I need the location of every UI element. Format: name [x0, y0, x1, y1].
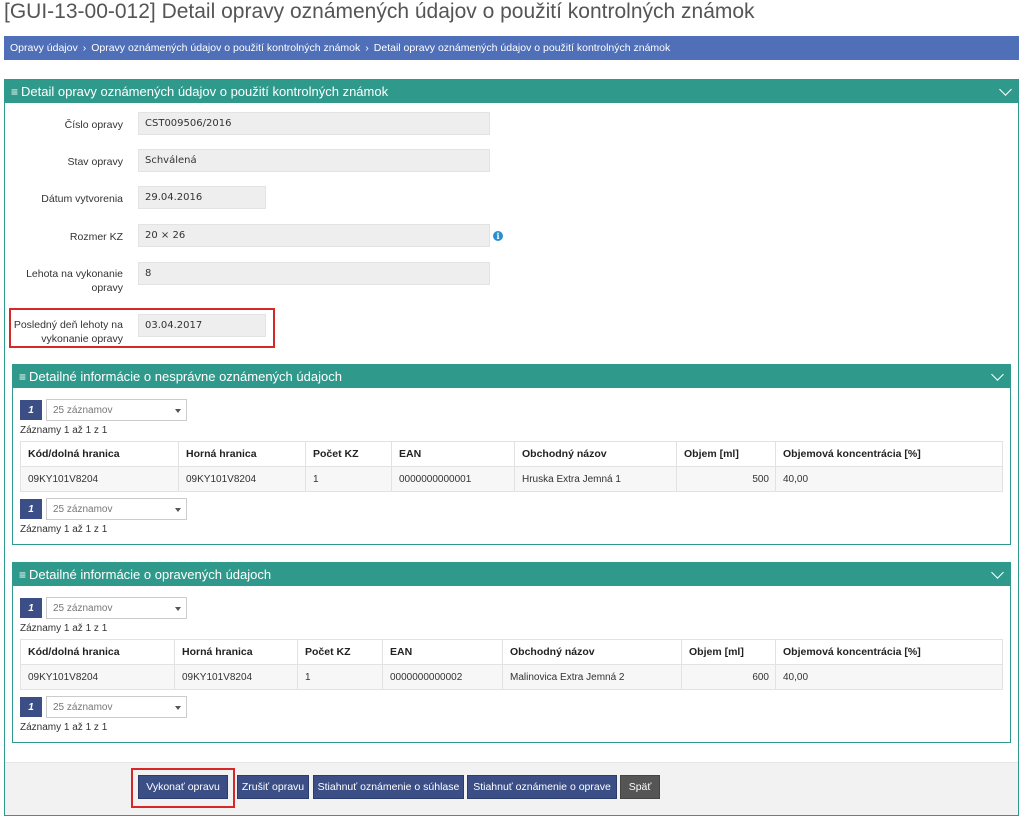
column-header[interactable]: Objem [ml]	[681, 639, 776, 665]
table-header-row: Kód/dolná hranica Horná hranica Počet KZ…	[20, 441, 1003, 467]
column-header[interactable]: Objemová koncentrácia [%]	[775, 639, 1003, 665]
stav-opravy-field: Schválená	[138, 149, 490, 172]
hamburger-icon: ≡	[11, 84, 19, 99]
column-header[interactable]: Horná hranica	[174, 639, 298, 665]
rozmer-kz-field: 20 × 26	[138, 224, 490, 247]
table-cell: Hruska Extra Jemná 1	[514, 466, 677, 492]
pager-top: 1 25 záznamov	[20, 597, 187, 619]
breadcrumb-item-detail: Detail opravy oznámených údajov o použit…	[373, 42, 671, 54]
pager-top: 1 25 záznamov	[20, 399, 187, 421]
caret-down-icon	[175, 706, 181, 710]
breadcrumb: Opravy údajov › Opravy oznámených údajov…	[4, 36, 1019, 60]
corrected-data-panel: ≡ Detailné informácie o opravených údajo…	[12, 562, 1011, 743]
breadcrumb-item-opravy-oznamenych[interactable]: Opravy oznámených údajov o použití kontr…	[91, 42, 360, 54]
table-cell: Malinovica Extra Jemná 2	[502, 664, 682, 690]
cislo-opravy-field: CST009506/2016	[138, 112, 490, 135]
page-size-select[interactable]: 25 záznamov	[46, 597, 187, 619]
posledny-den-field: 03.04.2017	[138, 314, 266, 337]
hamburger-icon: ≡	[19, 369, 27, 384]
page-size-value: 25 záznamov	[53, 602, 113, 614]
detail-panel-title: Detail opravy oznámených údajov o použit…	[21, 84, 389, 99]
lehota-field: 8	[138, 262, 490, 285]
column-header[interactable]: Horná hranica	[178, 441, 306, 467]
hamburger-icon: ≡	[19, 567, 27, 582]
table-cell: 09KY101V8204	[20, 466, 179, 492]
caret-down-icon	[175, 409, 181, 413]
caret-down-icon	[175, 508, 181, 512]
zrusit-opravu-button[interactable]: Zrušiť opravu	[237, 775, 309, 799]
incorrect-panel-header[interactable]: ≡ Detailné informácie o nesprávne oznáme…	[13, 365, 1010, 388]
breadcrumb-item-opravy-udajov[interactable]: Opravy údajov	[10, 42, 78, 54]
stav-opravy-label: Stav opravy	[67, 156, 123, 168]
chevron-down-icon[interactable]	[991, 368, 1004, 381]
corrected-panel-title: Detailné informácie o opravených údajoch	[29, 567, 272, 582]
table-cell: 500	[676, 466, 776, 492]
column-header[interactable]: EAN	[391, 441, 515, 467]
datum-vytvorenia-field: 29.04.2016	[138, 186, 266, 209]
table-cell: 09KY101V8204	[20, 664, 175, 690]
spat-button[interactable]: Späť	[620, 775, 660, 799]
page-size-value: 25 záznamov	[53, 701, 113, 713]
info-icon[interactable]: i	[493, 231, 503, 241]
breadcrumb-separator-icon: ›	[82, 42, 87, 54]
column-header[interactable]: EAN	[382, 639, 503, 665]
chevron-down-icon[interactable]	[999, 83, 1012, 96]
stiahnut-oznamenie-oprava-button[interactable]: Stiahnuť oznámenie o oprave	[467, 775, 617, 799]
records-count: Záznamy 1 až 1 z 1	[20, 722, 108, 733]
rozmer-kz-label: Rozmer KZ	[69, 231, 123, 243]
caret-down-icon	[175, 607, 181, 611]
page-number-button[interactable]: 1	[20, 697, 42, 717]
detail-panel: ≡ Detail opravy oznámených údajov o použ…	[4, 79, 1019, 816]
records-count: Záznamy 1 až 1 z 1	[20, 623, 108, 634]
column-header[interactable]: Kód/dolná hranica	[20, 441, 179, 467]
breadcrumb-separator-icon: ›	[365, 42, 369, 54]
table-cell: 0000000000002	[382, 664, 503, 690]
lehota-label: Lehota na vykonanie opravy	[26, 268, 123, 294]
table-row[interactable]: 09KY101V8204 09KY101V8204 1 000000000000…	[20, 664, 1003, 690]
page-size-value: 25 záznamov	[53, 404, 113, 416]
table-cell: 09KY101V8204	[174, 664, 298, 690]
pager-bottom: 1 25 záznamov	[20, 696, 187, 718]
incorrect-data-panel: ≡ Detailné informácie o nesprávne oznáme…	[12, 364, 1011, 545]
page-number-button[interactable]: 1	[20, 400, 42, 420]
page-size-value: 25 záznamov	[53, 503, 113, 515]
column-header[interactable]: Počet KZ	[305, 441, 392, 467]
table-cell: 1	[297, 664, 383, 690]
page-size-select[interactable]: 25 záznamov	[46, 498, 187, 520]
records-count: Záznamy 1 až 1 z 1	[20, 524, 108, 535]
pager-bottom: 1 25 záznamov	[20, 498, 187, 520]
table-cell: 40,00	[775, 664, 1003, 690]
action-bar: Vykonať opravu Zrušiť opravu Stiahnuť oz…	[5, 762, 1018, 815]
table-cell: 1	[305, 466, 392, 492]
page-size-select[interactable]: 25 záznamov	[46, 399, 187, 421]
incorrect-panel-title: Detailné informácie o nesprávne oznámený…	[29, 369, 342, 384]
table-header-row: Kód/dolná hranica Horná hranica Počet KZ…	[20, 639, 1003, 665]
column-header[interactable]: Objemová koncentrácia [%]	[775, 441, 1003, 467]
table-cell: 600	[681, 664, 776, 690]
column-header[interactable]: Počet KZ	[297, 639, 383, 665]
datum-vytvorenia-label: Dátum vytvorenia	[41, 193, 123, 205]
corrected-data-table: Kód/dolná hranica Horná hranica Počet KZ…	[20, 639, 1003, 690]
column-header[interactable]: Obchodný názov	[502, 639, 682, 665]
table-cell: 40,00	[775, 466, 1003, 492]
column-header[interactable]: Obchodný názov	[514, 441, 677, 467]
stiahnut-oznamenie-suhlas-button[interactable]: Stiahnuť oznámenie o súhlase	[313, 775, 464, 799]
posledny-den-label: Posledný deň lehoty na vykonanie opravy	[13, 319, 123, 345]
table-cell: 0000000000001	[391, 466, 515, 492]
vykonat-opravu-button[interactable]: Vykonať opravu	[138, 775, 228, 799]
detail-panel-header[interactable]: ≡ Detail opravy oznámených údajov o použ…	[5, 80, 1018, 103]
column-header[interactable]: Objem [ml]	[676, 441, 776, 467]
records-count: Záznamy 1 až 1 z 1	[20, 425, 108, 436]
page-number-button[interactable]: 1	[20, 499, 42, 519]
page-title: [GUI-13-00-012] Detail opravy oznámených…	[4, 0, 755, 23]
corrected-panel-header[interactable]: ≡ Detailné informácie o opravených údajo…	[13, 563, 1010, 586]
column-header[interactable]: Kód/dolná hranica	[20, 639, 175, 665]
page-number-button[interactable]: 1	[20, 598, 42, 618]
chevron-down-icon[interactable]	[991, 566, 1004, 579]
cislo-opravy-label: Číslo opravy	[64, 119, 123, 131]
table-row[interactable]: 09KY101V8204 09KY101V8204 1 000000000000…	[20, 466, 1003, 492]
table-cell: 09KY101V8204	[178, 466, 306, 492]
page-size-select[interactable]: 25 záznamov	[46, 696, 187, 718]
incorrect-data-table: Kód/dolná hranica Horná hranica Počet KZ…	[20, 441, 1003, 492]
